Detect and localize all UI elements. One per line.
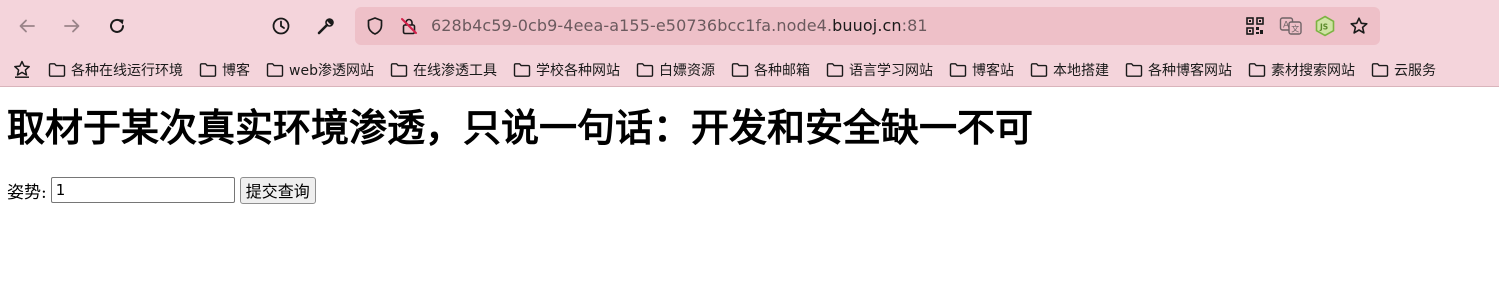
folder-icon (1371, 62, 1389, 77)
folder-icon (1248, 62, 1266, 77)
bookmark-folder[interactable]: 学校各种网站 (513, 60, 620, 80)
address-bar[interactable]: 628b4c59-0cb9-4eea-a155-e50736bcc1fa.nod… (355, 7, 1380, 45)
bookmark-folder[interactable]: web渗透网站 (266, 60, 374, 80)
arrow-right-icon (64, 19, 80, 33)
bookmark-folder[interactable]: 本地搭建 (1030, 60, 1109, 80)
folder-icon (826, 62, 844, 77)
reload-button[interactable] (102, 11, 132, 41)
bookmark-label: 各种邮箱 (753, 62, 810, 79)
url-host: buuoj.cn (832, 16, 902, 35)
bookmark-label: 在线渗透工具 (412, 62, 497, 79)
bookmark-label: 博客 (222, 62, 250, 79)
bookmarks-list: 各种在线运行环境 博客 web渗透网站 在线渗透工具 学校各种网站 白嫖资源 各… (48, 52, 1452, 86)
arrow-left-icon (19, 19, 35, 33)
shield-icon[interactable] (365, 16, 385, 36)
query-input[interactable] (50, 177, 235, 203)
bookmark-folder[interactable]: 博客 (199, 60, 250, 80)
bookmark-label: 云服务 (1393, 62, 1436, 79)
bookmark-folder[interactable]: 在线渗透工具 (390, 60, 497, 80)
nodejs-icon[interactable]: JS (1314, 15, 1336, 37)
svg-text:文: 文 (1291, 24, 1299, 34)
folder-icon (513, 62, 531, 77)
bookmark-label: 白嫖资源 (658, 62, 715, 79)
insecure-lock-icon[interactable] (399, 16, 419, 36)
bookmark-label: 本地搭建 (1052, 62, 1109, 79)
reload-icon (110, 18, 124, 33)
folder-icon (266, 62, 284, 77)
devtools-button[interactable] (311, 11, 341, 41)
folder-icon (636, 62, 654, 77)
browser-toolbar: 628b4c59-0cb9-4eea-a155-e50736bcc1fa.nod… (0, 0, 1499, 52)
history-button[interactable] (266, 11, 296, 41)
translate-icon[interactable]: A 文 (1279, 16, 1303, 36)
folder-icon (199, 62, 217, 77)
svg-text:JS: JS (1319, 23, 1328, 32)
qr-code-icon[interactable] (1245, 16, 1265, 36)
bookmarks-manage-icon[interactable] (12, 59, 32, 79)
folder-icon (1125, 62, 1143, 77)
folder-icon (949, 62, 967, 77)
bookmark-folder[interactable]: 各种在线运行环境 (48, 60, 183, 80)
star-icon[interactable] (1349, 16, 1369, 36)
bookmark-label: 各种博客网站 (1147, 62, 1232, 79)
bookmark-folder[interactable]: 云服务 (1371, 60, 1436, 80)
wrench-icon (317, 18, 334, 35)
clock-icon (272, 17, 290, 35)
bookmark-folder[interactable]: 博客站 (949, 60, 1014, 80)
url-text[interactable]: 628b4c59-0cb9-4eea-a155-e50736bcc1fa.nod… (431, 17, 928, 35)
bookmark-folder[interactable]: 各种邮箱 (731, 60, 810, 80)
folder-icon (48, 62, 66, 77)
bookmarks-toolbar: 各种在线运行环境 博客 web渗透网站 在线渗透工具 学校各种网站 白嫖资源 各… (0, 52, 1499, 87)
bookmark-label: 素材搜索网站 (1270, 62, 1355, 79)
folder-icon (1030, 62, 1048, 77)
bookmark-label: 博客站 (971, 62, 1014, 79)
bookmark-folder[interactable]: 白嫖资源 (636, 60, 715, 80)
bookmark-folder[interactable]: 各种博客网站 (1125, 60, 1232, 80)
page-title: 取材于某次真实环境渗透，只说一句话：开发和安全缺一不可 (7, 106, 1034, 150)
bookmark-label: 语言学习网站 (848, 62, 933, 79)
url-prefix: 628b4c59-0cb9-4eea-a155-e50736bcc1fa.nod… (431, 16, 833, 35)
folder-icon (390, 62, 408, 77)
folder-icon (731, 62, 749, 77)
query-form: 姿势: 提交查询 (7, 176, 316, 204)
bookmark-label: 各种在线运行环境 (71, 62, 183, 79)
submit-button[interactable]: 提交查询 (239, 176, 316, 204)
page-content: 取材于某次真实环境渗透，只说一句话：开发和安全缺一不可 姿势: 提交查询 (0, 88, 1499, 297)
bookmark-folder[interactable]: 语言学习网站 (826, 60, 933, 80)
bookmark-label: 学校各种网站 (535, 62, 620, 79)
back-button[interactable] (12, 11, 42, 41)
bookmark-label: web渗透网站 (289, 62, 374, 79)
url-port: :81 (901, 16, 928, 35)
form-label: 姿势: (7, 182, 47, 203)
bookmark-folder[interactable]: 素材搜索网站 (1248, 60, 1355, 80)
forward-button[interactable] (57, 11, 87, 41)
